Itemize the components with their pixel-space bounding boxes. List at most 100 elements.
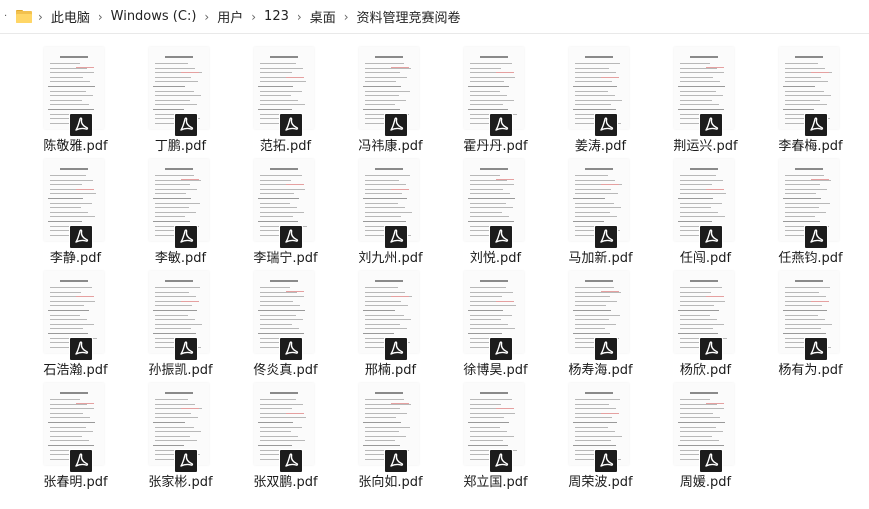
file-item[interactable]: 徐博昊.pdf — [443, 269, 548, 381]
breadcrumb-item[interactable]: 123 — [258, 9, 295, 24]
file-name: 杨寿海.pdf — [568, 363, 633, 378]
file-name: 陈敬雅.pdf — [43, 139, 108, 154]
file-item[interactable]: 张双鹏.pdf — [233, 381, 338, 493]
file-name: 张家彬.pdf — [148, 475, 213, 490]
file-name: 李静.pdf — [49, 251, 102, 266]
pdf-icon — [69, 113, 93, 137]
file-item[interactable]: 冯祎康.pdf — [338, 45, 443, 157]
pdf-icon — [384, 337, 408, 361]
file-item[interactable]: 李敏.pdf — [128, 157, 233, 269]
file-name: 荆运兴.pdf — [673, 139, 738, 154]
file-item[interactable]: 张家彬.pdf — [128, 381, 233, 493]
file-name: 马加新.pdf — [568, 251, 633, 266]
file-name: 杨欣.pdf — [679, 363, 732, 378]
file-item[interactable]: 刘悦.pdf — [443, 157, 548, 269]
pdf-icon — [804, 337, 828, 361]
folder-icon — [16, 9, 34, 24]
breadcrumb-item[interactable]: Windows (C:) — [105, 9, 203, 24]
file-item[interactable]: 佟炎真.pdf — [233, 269, 338, 381]
chevron-right-icon[interactable]: › — [202, 10, 211, 24]
file-name: 周荣波.pdf — [568, 475, 633, 490]
nav-history-icon[interactable]: · — [4, 11, 14, 22]
file-name: 范拓.pdf — [259, 139, 312, 154]
pdf-icon — [804, 113, 828, 137]
file-name: 周媛.pdf — [679, 475, 732, 490]
file-item[interactable]: 刘九州.pdf — [338, 157, 443, 269]
file-item[interactable]: 任燕钧.pdf — [758, 157, 863, 269]
file-name: 刘九州.pdf — [358, 251, 423, 266]
file-grid: 陈敬雅.pdf 丁鹏.pdf 范拓.pdf 冯祎康.pdf 霍丹丹.pdf 姜涛.pdf 荆… — [23, 45, 863, 493]
pdf-icon — [279, 337, 303, 361]
file-item[interactable]: 杨有为.pdf — [758, 269, 863, 381]
file-item[interactable]: 丁鹏.pdf — [128, 45, 233, 157]
file-name: 张双鹏.pdf — [253, 475, 318, 490]
breadcrumb-item[interactable]: 用户 — [211, 7, 249, 26]
file-item[interactable]: 邢楠.pdf — [338, 269, 443, 381]
file-item[interactable]: 李春梅.pdf — [758, 45, 863, 157]
pdf-icon — [804, 225, 828, 249]
chevron-right-icon[interactable]: › — [96, 10, 105, 24]
pdf-icon — [174, 113, 198, 137]
file-item[interactable]: 石浩瀚.pdf — [23, 269, 128, 381]
file-item[interactable]: 杨欣.pdf — [653, 269, 758, 381]
pdf-icon — [489, 225, 513, 249]
file-name: 石浩瀚.pdf — [43, 363, 108, 378]
file-item[interactable]: 张春明.pdf — [23, 381, 128, 493]
file-name: 丁鹏.pdf — [154, 139, 207, 154]
file-item[interactable]: 任闯.pdf — [653, 157, 758, 269]
address-bar[interactable]: · › 此电脑 › Windows (C:) › 用户 › 123 › 桌面 › 资料管理竞赛阅卷 — [0, 0, 869, 34]
file-name: 徐博昊.pdf — [463, 363, 528, 378]
pdf-icon — [384, 113, 408, 137]
chevron-right-icon[interactable]: › — [249, 10, 258, 24]
file-item[interactable]: 李静.pdf — [23, 157, 128, 269]
pdf-icon — [594, 113, 618, 137]
file-item[interactable]: 周荣波.pdf — [548, 381, 653, 493]
pdf-icon — [699, 449, 723, 473]
file-name: 郑立国.pdf — [463, 475, 528, 490]
file-item[interactable]: 荆运兴.pdf — [653, 45, 758, 157]
file-name: 霍丹丹.pdf — [463, 139, 528, 154]
pdf-icon — [279, 225, 303, 249]
file-item[interactable]: 李瑞宁.pdf — [233, 157, 338, 269]
breadcrumb-item[interactable]: 资料管理竞赛阅卷 — [351, 7, 467, 26]
pdf-icon — [699, 113, 723, 137]
breadcrumb-item[interactable]: 此电脑 — [45, 7, 96, 26]
file-item[interactable]: 郑立国.pdf — [443, 381, 548, 493]
file-name: 刘悦.pdf — [469, 251, 522, 266]
file-name: 任闯.pdf — [679, 251, 732, 266]
file-item[interactable]: 范拓.pdf — [233, 45, 338, 157]
pdf-icon — [489, 337, 513, 361]
file-item[interactable]: 张向如.pdf — [338, 381, 443, 493]
pdf-icon — [489, 113, 513, 137]
file-name: 冯祎康.pdf — [358, 139, 423, 154]
file-name: 姜涛.pdf — [574, 139, 627, 154]
pdf-icon — [594, 449, 618, 473]
chevron-right-icon[interactable]: › — [342, 10, 351, 24]
pdf-icon — [174, 337, 198, 361]
file-name: 张春明.pdf — [43, 475, 108, 490]
file-item[interactable]: 杨寿海.pdf — [548, 269, 653, 381]
breadcrumb-item[interactable]: 桌面 — [304, 7, 342, 26]
file-item[interactable]: 姜涛.pdf — [548, 45, 653, 157]
file-name: 佟炎真.pdf — [253, 363, 318, 378]
file-name: 李春梅.pdf — [778, 139, 843, 154]
file-item[interactable]: 周媛.pdf — [653, 381, 758, 493]
chevron-right-icon[interactable]: › — [295, 10, 304, 24]
pdf-icon — [699, 337, 723, 361]
breadcrumb: › 此电脑 › Windows (C:) › 用户 › 123 › 桌面 › 资料管理竞赛阅卷 — [36, 7, 467, 26]
file-item[interactable]: 陈敬雅.pdf — [23, 45, 128, 157]
pdf-icon — [69, 337, 93, 361]
file-item[interactable]: 马加新.pdf — [548, 157, 653, 269]
pdf-icon — [279, 113, 303, 137]
file-name: 李敏.pdf — [154, 251, 207, 266]
file-name: 孙振凯.pdf — [148, 363, 213, 378]
pdf-icon — [174, 449, 198, 473]
chevron-right-icon[interactable]: › — [36, 10, 45, 24]
file-item[interactable]: 孙振凯.pdf — [128, 269, 233, 381]
pdf-icon — [69, 225, 93, 249]
file-item[interactable]: 霍丹丹.pdf — [443, 45, 548, 157]
pdf-icon — [69, 449, 93, 473]
pdf-icon — [699, 225, 723, 249]
file-name: 杨有为.pdf — [778, 363, 843, 378]
pdf-icon — [489, 449, 513, 473]
